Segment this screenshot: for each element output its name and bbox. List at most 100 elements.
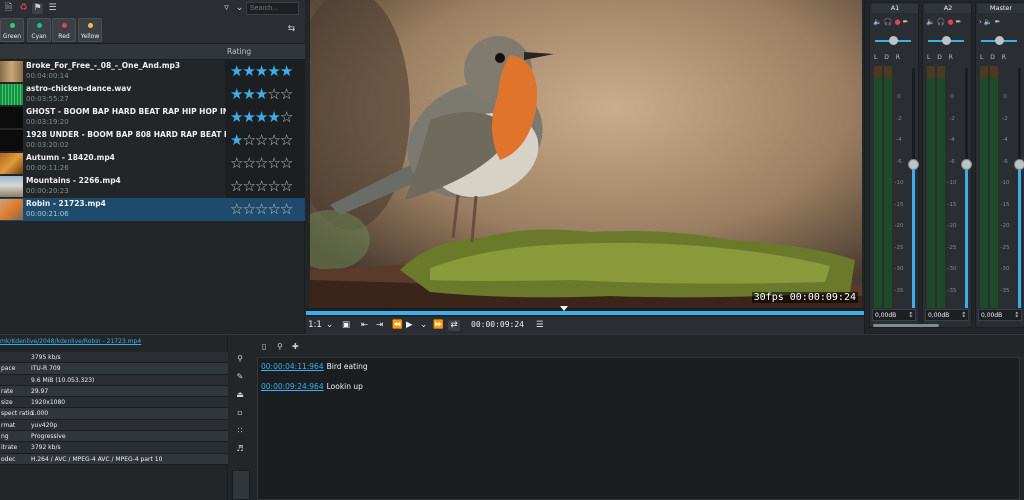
star-filled-icon[interactable]: ★ [267,62,280,80]
set-in-point-icon[interactable]: ⇤ [361,320,368,331]
stepper-icon[interactable]: ↕ [1014,311,1020,319]
audio-icon[interactable]: ♬ [234,443,246,455]
star-filled-icon[interactable]: ★ [230,131,243,149]
zoom-select[interactable]: 1:1 [308,320,322,331]
marker-timecode[interactable]: 00:00:09:24:964 [261,382,324,391]
clip-row[interactable]: Mountains - 2266.mp4 00:00:20:23 ☆☆☆☆☆ [0,175,305,198]
star-filled-icon[interactable]: ★ [242,85,255,103]
chevron-down-icon[interactable]: ⌄ [234,3,245,14]
star-filled-icon[interactable]: ★ [280,62,293,80]
headphones-icon[interactable]: 🎧 [937,18,948,26]
mute-icon[interactable]: 🔈 [926,18,937,26]
tag-button-green[interactable]: Green [0,18,24,42]
star-filled-icon[interactable]: ★ [267,108,280,126]
star-empty-icon[interactable]: ☆ [255,154,268,172]
clip-row[interactable]: Autumn - 18420.mp4 00:00:11:26 ☆☆☆☆☆ [0,152,305,175]
tag-button-yellow[interactable]: Yellow [78,18,102,42]
fast-forward-icon[interactable]: ⏩ [433,320,444,331]
rating-stars[interactable]: ★★★★☆ [230,108,293,126]
filter-icon[interactable]: ▿ [221,3,232,14]
play-icon[interactable]: ▶ [406,320,413,331]
star-empty-icon[interactable]: ☆ [267,131,280,149]
star-empty-icon[interactable]: ☆ [242,131,255,149]
frame-icon[interactable]: ▫ [234,407,246,419]
clip-path-link[interactable]: mk/Kdenlive/2048/kdenlive/Robin - 21723.… [0,338,141,345]
star-empty-icon[interactable]: ☆ [242,154,255,172]
star-empty-icon[interactable]: ☆ [280,200,293,218]
star-empty-icon[interactable]: ☆ [267,85,280,103]
marker-item[interactable]: 00:00:04:11:964 Bird eating [261,362,368,371]
mute-icon[interactable]: 🔈 [984,18,995,26]
chevron-down-icon[interactable]: ⌄ [326,320,333,331]
star-empty-icon[interactable]: ☆ [255,131,268,149]
star-empty-icon[interactable]: ☆ [280,177,293,195]
volume-fader-knob[interactable] [908,159,919,170]
star-empty-icon[interactable]: ☆ [242,177,255,195]
video-frame-robin[interactable]: 30fps 00:00:09:24 [310,0,862,308]
star-empty-icon[interactable]: ☆ [267,177,280,195]
rating-column-header[interactable]: Rating [227,47,251,56]
record-icon[interactable]: ● [894,18,902,26]
tools-scrollbar[interactable] [232,470,250,500]
clip-row[interactable]: Broke_For_Free_-_08_-_One_And.mp3 00:04:0… [0,60,305,83]
tag-settings-icon[interactable]: ⇆ [286,24,297,35]
effects-icon[interactable]: ✒ [956,18,964,26]
gain-field[interactable]: 0,00dB ↕ [872,309,916,321]
star-empty-icon[interactable]: ☆ [280,85,293,103]
rewind-icon[interactable]: ⏪ [392,320,403,331]
bin-search-input[interactable] [246,2,299,15]
gain-field[interactable]: 0,00dB ↕ [925,309,969,321]
fullscreen-icon[interactable]: ▣ [342,320,350,331]
tag-button-red[interactable]: Red [52,18,76,42]
star-empty-icon[interactable]: ☆ [242,200,255,218]
star-empty-icon[interactable]: ☆ [230,200,243,218]
star-filled-icon[interactable]: ★ [255,108,268,126]
rating-stars[interactable]: ★★★★★ [230,62,293,80]
eject-icon[interactable]: ⏏ [234,389,246,401]
monitor-zone-bar[interactable] [306,311,864,315]
star-filled-icon[interactable]: ★ [255,85,268,103]
menu-icon[interactable]: ☰ [47,3,58,14]
search-icon[interactable]: ⚲ [234,353,246,365]
chevron-down-icon[interactable]: ⌄ [420,320,427,331]
stepper-icon[interactable]: ↕ [908,311,914,319]
pan-knob[interactable] [942,36,951,45]
set-out-point-icon[interactable]: ⇥ [376,320,383,331]
star-filled-icon[interactable]: ★ [230,108,243,126]
effects-icon[interactable]: ✒ [995,18,1003,26]
record-icon[interactable]: ● [947,18,955,26]
headphones-icon[interactable]: 🎧 [884,18,895,26]
star-filled-icon[interactable]: ★ [242,62,255,80]
star-empty-icon[interactable]: ☆ [280,108,293,126]
volume-fader-knob[interactable] [961,159,972,170]
clip-row[interactable]: astro-chicken-dance.wav 00:03:55:27 ★★★☆☆ [0,83,305,106]
add-clip-icon[interactable]: 🗎 [3,3,14,14]
star-empty-icon[interactable]: ☆ [267,154,280,172]
monitor-timecode[interactable]: 00:00:09:24 [471,320,524,329]
clip-row[interactable]: 1928 UNDER - BOOM BAP 808 HARD RAP BEAT … [0,129,305,152]
marker-list-icon[interactable]: ▯ [262,342,266,351]
star-filled-icon[interactable]: ★ [255,62,268,80]
star-filled-icon[interactable]: ★ [230,85,243,103]
marker-item[interactable]: 00:00:09:24:964 Lookin up [261,382,363,391]
tag-button-cyan[interactable]: Cyan [27,18,51,42]
star-empty-icon[interactable]: ☆ [230,154,243,172]
rating-stars[interactable]: ★★★☆☆ [230,85,293,103]
star-empty-icon[interactable]: ☆ [280,154,293,172]
star-empty-icon[interactable]: ☆ [255,200,268,218]
rating-stars[interactable]: ☆☆☆☆☆ [230,200,293,218]
effects-icon[interactable]: ✒ [903,18,911,26]
horizontal-splitter[interactable] [0,334,1024,335]
clip-row[interactable]: Robin - 21723.mp4 00:00:21:06 ☆☆☆☆☆ [0,198,305,221]
mute-icon[interactable]: 🔈 [873,18,884,26]
star-filled-icon[interactable]: ★ [230,62,243,80]
gain-field[interactable]: 0,00dB ↕ [978,309,1022,321]
star-empty-icon[interactable]: ☆ [230,177,243,195]
pan-knob[interactable] [995,36,1004,45]
star-filled-icon[interactable]: ★ [242,108,255,126]
edit-icon[interactable]: ✎ [234,371,246,383]
pan-knob[interactable] [889,36,898,45]
volume-fader-knob[interactable] [1014,159,1024,170]
star-empty-icon[interactable]: ☆ [255,177,268,195]
clip-row[interactable]: GHOST - BOOM BAP HARD BEAT RAP HIP HOP I… [0,106,305,129]
